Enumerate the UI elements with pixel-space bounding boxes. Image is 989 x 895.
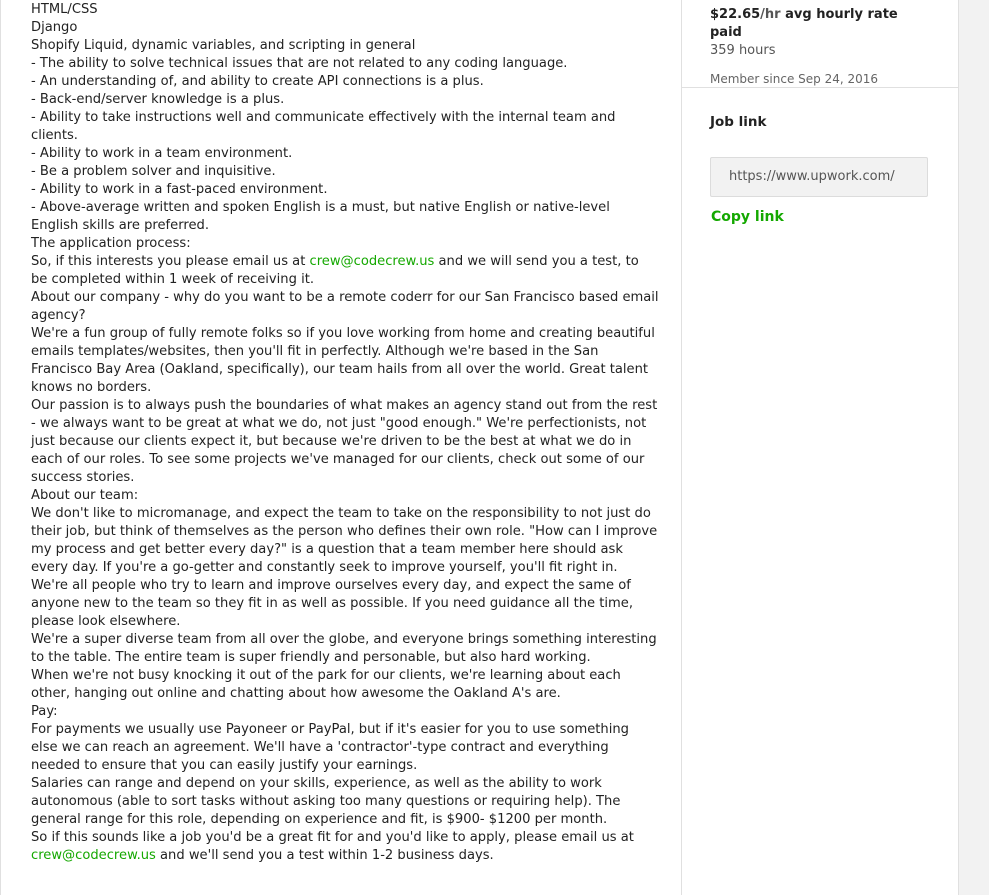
desc-line: When we're not busy knocking it out of t…	[31, 668, 625, 701]
email-link-final[interactable]: crew@codecrew.us	[31, 848, 156, 863]
job-link-section: Job link https://www.upwork.com/ Copy li…	[682, 88, 958, 225]
apply-text-before: So, if this interests you please email u…	[31, 254, 310, 269]
desc-line: For payments we usually use Payoneer or …	[31, 722, 634, 773]
desc-line: About our company - why do you want to b…	[31, 290, 663, 323]
member-since: Member since Sep 24, 2016	[710, 72, 879, 86]
desc-line: - An understanding of, and ability to cr…	[31, 74, 484, 89]
desc-line: - The ability to solve technical issues …	[31, 56, 568, 71]
email-link[interactable]: crew@codecrew.us	[310, 254, 435, 269]
desc-line: - Back-end/server knowledge is a plus.	[31, 92, 285, 107]
bottom-fade	[1, 867, 681, 895]
job-link-title: Job link	[710, 114, 767, 130]
job-link-input[interactable]: https://www.upwork.com/	[710, 157, 928, 197]
hours-count: 359 hours	[710, 43, 776, 58]
job-description: HTML/CSS Django Shopify Liquid, dynamic …	[31, 1, 659, 865]
desc-line: Shopify Liquid, dynamic variables, and s…	[31, 38, 416, 53]
final-text-before: So if this sounds like a job you'd be a …	[31, 830, 639, 845]
desc-line: The application process:	[31, 236, 191, 251]
sidebar: $22.65/hr avg hourly rate paid 359 hours…	[682, 0, 959, 895]
copy-link-button[interactable]: Copy link	[710, 209, 784, 225]
page-gutter	[959, 0, 989, 895]
desc-line: - Ability to take instructions well and …	[31, 110, 620, 143]
desc-line: About our team:	[31, 488, 139, 503]
desc-line: We're a fun group of fully remote folks …	[31, 326, 660, 395]
desc-line: - Ability to work in a team environment.	[31, 146, 293, 161]
apply-instructions: So, if this interests you please email u…	[31, 253, 659, 289]
rate-value: $22.65	[710, 7, 761, 22]
desc-line: Salaries can range and depend on your sk…	[31, 776, 625, 827]
rate-unit: /hr	[760, 7, 781, 22]
desc-line: - Be a problem solver and inquisitive.	[31, 164, 276, 179]
client-stats: $22.65/hr avg hourly rate paid 359 hours…	[682, 0, 958, 88]
desc-line: Django	[31, 20, 78, 35]
avg-hourly-rate: $22.65/hr avg hourly rate paid	[710, 6, 930, 42]
final-instructions: So if this sounds like a job you'd be a …	[31, 829, 659, 865]
desc-line: We don't like to micromanage, and expect…	[31, 506, 662, 575]
desc-line: HTML/CSS	[31, 2, 98, 17]
desc-line: - Ability to work in a fast-paced enviro…	[31, 182, 328, 197]
desc-line: We're all people who try to learn and im…	[31, 578, 638, 629]
job-description-panel: HTML/CSS Django Shopify Liquid, dynamic …	[0, 0, 682, 895]
desc-line: We're a super diverse team from all over…	[31, 632, 661, 665]
desc-line: Our passion is to always push the bounda…	[31, 398, 662, 485]
desc-line: Pay:	[31, 704, 58, 719]
desc-line: - Above-average written and spoken Engli…	[31, 200, 615, 233]
final-text-after: and we'll send you a test within 1-2 bus…	[155, 848, 494, 863]
